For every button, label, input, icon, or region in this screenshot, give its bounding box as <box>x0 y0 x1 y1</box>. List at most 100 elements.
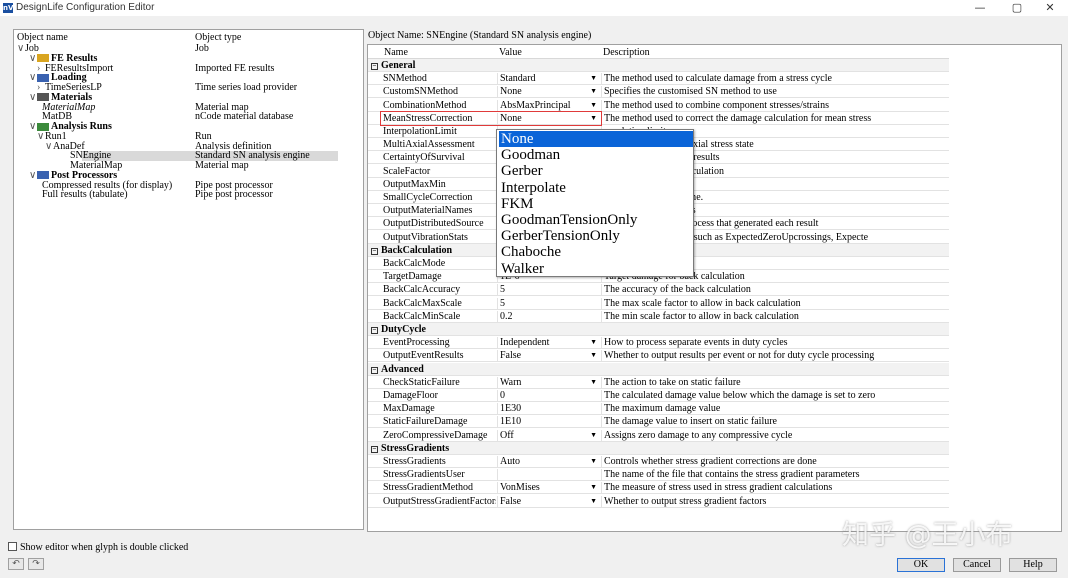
tree-item-name[interactable]: Full results (tabulate) <box>42 190 128 200</box>
property-grid[interactable]: Name Value Description − General SNMethod S… <box>367 44 1062 532</box>
mean-stress-correction-dropdown-list[interactable]: None Goodman Gerber Interpolate FKM GoodmanTe… <box>496 129 694 277</box>
property-value[interactable]: Off ▼ <box>497 429 600 442</box>
property-value[interactable]: Warn ▼ <box>497 376 600 389</box>
property-row[interactable]: BackCalcAccuracy 5 The accuracy of the bac… <box>368 283 949 297</box>
object-tree-panel[interactable]: Object name Object type ∨Job Job ∨ FE Resul… <box>13 29 364 530</box>
undo-icon[interactable]: ↶ <box>8 558 24 570</box>
property-row[interactable]: BackCalcMaxScale 5 The max scale factor to… <box>368 297 949 310</box>
property-row[interactable]: CombinationMethod AbsMaxPrincipal ▼ The met… <box>368 99 949 112</box>
chevron-down-icon[interactable]: ∨ <box>29 53 37 64</box>
redo-icon[interactable]: ↷ <box>28 558 44 570</box>
collapse-icon[interactable]: − <box>371 366 378 374</box>
property-value[interactable]: 1E10 <box>497 416 600 429</box>
dropdown-arrow-icon[interactable]: ▼ <box>590 377 597 388</box>
property-value[interactable] <box>497 469 600 482</box>
category-row-stressgradients[interactable]: − StressGradients <box>368 441 949 455</box>
property-row[interactable]: MeanStressCorrection None ▼ The method used… <box>368 110 949 126</box>
grid-col-desc-header[interactable]: Description <box>603 47 650 58</box>
tree-row[interactable]: ∨AnaDef Analysis definition <box>14 141 363 152</box>
property-row[interactable]: OutputStressGradientFactors False ▼ Whether… <box>368 495 949 508</box>
category-row-dutycycle[interactable]: − DutyCycle <box>368 323 949 336</box>
property-value[interactable]: False ▼ <box>497 350 600 363</box>
tree-row[interactable]: Full results (tabulate) Pipe post process… <box>14 190 363 200</box>
dropdown-arrow-icon[interactable]: ▼ <box>590 482 597 493</box>
show-editor-checkbox[interactable] <box>8 542 17 551</box>
grid-col-name-header[interactable]: Name <box>384 47 408 58</box>
minimize-button[interactable]: — <box>964 0 996 16</box>
tree-col-name-header[interactable]: Object name <box>17 32 68 43</box>
category-label: − BackCalculation <box>371 245 452 256</box>
property-row[interactable]: StressGradients Auto ▼ Controls whether str… <box>368 455 949 468</box>
app-logo-icon: nV <box>3 3 14 13</box>
chevron-down-icon[interactable]: ∨ <box>29 73 37 83</box>
property-row[interactable]: EventProcessing Independent ▼ How to proces… <box>368 336 949 350</box>
tree-row[interactable]: SNEngine Standard SN analysis engine <box>14 151 363 162</box>
dropdown-option[interactable]: GerberTensionOnly <box>499 228 620 244</box>
help-button[interactable]: Help <box>1009 558 1057 572</box>
property-value[interactable]: False ▼ <box>497 495 600 508</box>
property-value[interactable]: None ▼ <box>497 86 600 99</box>
dropdown-option[interactable]: Goodman <box>499 147 560 163</box>
property-description: Assigns zero damage to any compressive c… <box>601 429 1061 442</box>
property-row[interactable]: BackCalcMinScale 0.2 The min scale factor … <box>368 310 949 323</box>
collapse-icon[interactable]: − <box>371 63 378 70</box>
property-row[interactable]: StressGradientMethod VonMises ▼ The measure… <box>368 481 949 495</box>
dropdown-arrow-icon[interactable]: ▼ <box>590 456 597 467</box>
collapse-icon[interactable]: − <box>371 247 378 255</box>
maximize-button[interactable]: ▢ <box>1001 0 1033 16</box>
property-value[interactable]: 5 <box>497 284 600 297</box>
dropdown-option[interactable]: Chaboche <box>499 244 561 260</box>
grid-col-value-header[interactable]: Value <box>499 47 522 58</box>
property-row[interactable]: ZeroCompressiveDamage Off ▼ Assigns zero da… <box>368 429 949 442</box>
chevron-down-icon[interactable]: ∨ <box>29 92 37 103</box>
property-row[interactable]: DamageFloor 0 The calculated damage value … <box>368 389 949 402</box>
dropdown-option[interactable]: None <box>499 131 693 147</box>
collapse-icon[interactable]: − <box>371 445 378 453</box>
tree-col-type-header[interactable]: Object type <box>195 32 241 43</box>
property-row[interactable]: SNMethod Standard ▼ The method used to calc… <box>368 72 949 86</box>
ok-button[interactable]: OK <box>897 558 945 572</box>
property-value[interactable]: VonMises ▼ <box>497 482 600 495</box>
dropdown-option[interactable]: FKM <box>499 196 534 212</box>
property-value[interactable]: 0.2 <box>497 310 600 323</box>
chevron-right-icon[interactable]: › <box>37 63 45 74</box>
property-row[interactable]: OutputEventResults False ▼ Whether to outpu… <box>368 349 949 363</box>
category-row-general[interactable]: − General <box>368 59 949 72</box>
dropdown-option[interactable]: Walker <box>499 261 544 277</box>
watermark: 知乎 @王小布 <box>842 520 1013 551</box>
property-row[interactable]: StaticFailureDamage 1E10 The damage value … <box>368 415 949 429</box>
property-value[interactable]: 5 <box>497 297 600 310</box>
chevron-down-icon[interactable]: ∨ <box>29 170 37 181</box>
property-row[interactable]: MaxDamage 1E30 The maximum damage value <box>368 402 949 416</box>
property-value[interactable]: Independent ▼ <box>497 337 600 350</box>
dropdown-arrow-icon[interactable]: ▼ <box>590 100 597 111</box>
dropdown-arrow-icon[interactable]: ▼ <box>590 86 597 97</box>
chevron-down-icon[interactable]: ∨ <box>45 141 53 152</box>
property-row[interactable]: CheckStaticFailure Warn ▼ The action to tak… <box>368 376 949 389</box>
property-value[interactable]: Auto ▼ <box>497 456 600 468</box>
chevron-down-icon[interactable]: ∨ <box>17 44 25 54</box>
property-value[interactable]: 0 <box>497 390 600 402</box>
show-editor-option[interactable]: Show editor when glyph is double clicked <box>8 542 188 553</box>
dropdown-arrow-icon[interactable]: ▼ <box>590 337 597 348</box>
chevron-down-icon[interactable]: ∨ <box>29 122 37 132</box>
cancel-button[interactable]: Cancel <box>953 558 1001 572</box>
property-row[interactable]: StressGradientsUser The name of the file … <box>368 468 949 482</box>
dropdown-arrow-icon[interactable]: ▼ <box>590 430 597 441</box>
dropdown-arrow-icon[interactable]: ▼ <box>590 496 597 507</box>
property-value[interactable]: AbsMaxPrincipal ▼ <box>497 99 600 112</box>
dropdown-option[interactable]: Gerber <box>499 163 543 179</box>
tree-item-label: Full results (tabulate) <box>42 189 128 201</box>
chevron-right-icon[interactable]: › <box>37 83 45 93</box>
chevron-down-icon[interactable]: ∨ <box>37 131 45 142</box>
dropdown-option[interactable]: Interpolate <box>499 180 566 196</box>
close-button[interactable]: ✕ <box>1034 0 1066 16</box>
property-value[interactable]: 1E30 <box>497 403 600 416</box>
property-row[interactable]: CustomSNMethod None ▼ Specifies the customi… <box>368 85 949 99</box>
dropdown-arrow-icon[interactable]: ▼ <box>590 350 597 361</box>
property-value[interactable]: Standard ▼ <box>497 73 600 86</box>
dropdown-option[interactable]: GoodmanTensionOnly <box>499 212 637 228</box>
dropdown-arrow-icon[interactable]: ▼ <box>590 73 597 84</box>
collapse-icon[interactable]: − <box>371 327 378 334</box>
category-row-advanced[interactable]: − Advanced <box>368 362 949 376</box>
